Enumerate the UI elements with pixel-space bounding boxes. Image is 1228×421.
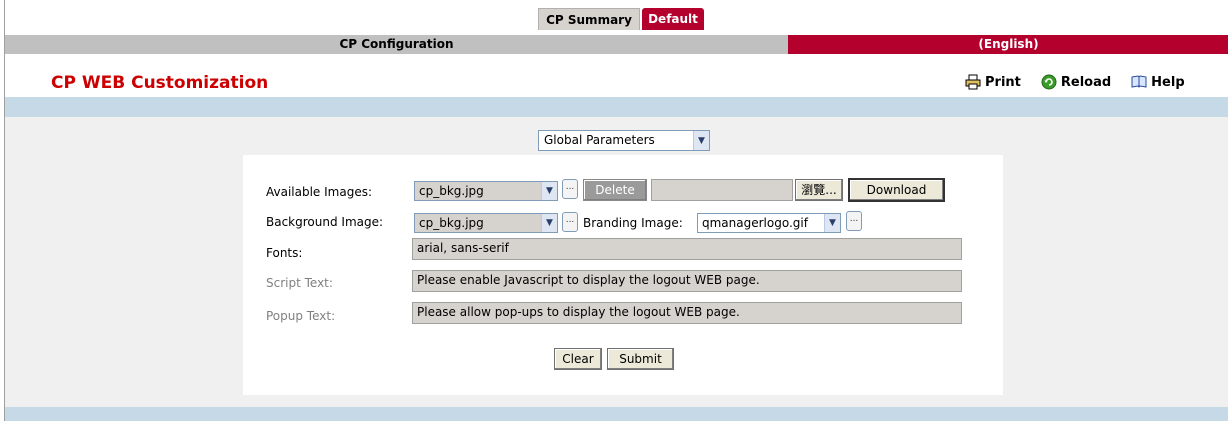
available-images-browse-button[interactable]: ...	[562, 179, 578, 199]
page-title: CP WEB Customization	[51, 73, 269, 93]
main-frame: CP Summary Default CP Configuration (Eng…	[4, 0, 1228, 421]
background-image-select[interactable]: cp_bkg.jpg ▼	[414, 213, 558, 233]
file-browse-button[interactable]: 瀏覽...	[795, 179, 843, 201]
popup-text-label: Popup Text:	[266, 309, 336, 323]
print-button[interactable]: Print	[965, 74, 1021, 90]
delete-button[interactable]: Delete	[583, 179, 647, 201]
print-label: Print	[985, 74, 1021, 90]
bottom-divider-band	[5, 407, 1228, 421]
branding-image-label: Branding Image:	[583, 216, 683, 230]
download-button[interactable]: Download	[848, 178, 945, 202]
language-header: (English)	[788, 35, 1228, 54]
help-label: Help	[1151, 74, 1185, 90]
chevron-down-icon[interactable]: ▼	[541, 182, 557, 200]
submit-button[interactable]: Submit	[607, 348, 674, 370]
tab-bar: CP Summary Default	[538, 8, 704, 30]
reload-button[interactable]: Reload	[1041, 74, 1111, 90]
help-button[interactable]: Help	[1131, 74, 1185, 90]
printer-icon	[965, 74, 981, 90]
action-links: Print Reload Help	[965, 74, 1185, 90]
branding-image-browse-button[interactable]: ...	[846, 211, 862, 231]
tab-cp-summary[interactable]: CP Summary	[538, 8, 640, 30]
available-images-select[interactable]: cp_bkg.jpg ▼	[414, 181, 558, 201]
cp-configuration-header: CP Configuration	[5, 35, 788, 54]
chevron-down-icon[interactable]: ▼	[693, 131, 709, 150]
top-divider-band	[5, 97, 1228, 117]
book-help-icon	[1131, 75, 1147, 88]
tab-default[interactable]: Default	[642, 8, 704, 30]
script-text-input[interactable]: Please enable Javascript to display the …	[412, 270, 962, 292]
fonts-input[interactable]: arial, sans-serif	[412, 238, 962, 260]
reload-label: Reload	[1060, 74, 1112, 90]
available-images-value: cp_bkg.jpg	[415, 182, 541, 200]
upload-file-path-field[interactable]	[651, 179, 793, 201]
background-image-browse-button[interactable]: ...	[562, 212, 578, 232]
section-header-bar: CP Configuration (English)	[5, 35, 1228, 54]
background-image-value: cp_bkg.jpg	[415, 214, 541, 232]
customization-form-panel: Available Images: cp_bkg.jpg ▼ ... Delet…	[243, 155, 1003, 395]
script-text-label: Script Text:	[266, 276, 333, 290]
available-images-label: Available Images:	[266, 185, 373, 199]
reload-icon	[1041, 74, 1057, 90]
popup-text-input[interactable]: Please allow pop-ups to display the logo…	[412, 302, 962, 324]
scope-select[interactable]: Global Parameters ▼	[538, 130, 710, 151]
clear-button[interactable]: Clear	[554, 348, 602, 370]
branding-image-select[interactable]: qmanagerlogo.gif ▼	[697, 213, 841, 233]
chevron-down-icon[interactable]: ▼	[541, 214, 557, 232]
chevron-down-icon[interactable]: ▼	[824, 214, 840, 232]
fonts-label: Fonts:	[266, 246, 303, 260]
scope-select-value: Global Parameters	[544, 133, 655, 147]
background-image-label: Background Image:	[266, 215, 384, 229]
branding-image-value: qmanagerlogo.gif	[698, 214, 824, 232]
